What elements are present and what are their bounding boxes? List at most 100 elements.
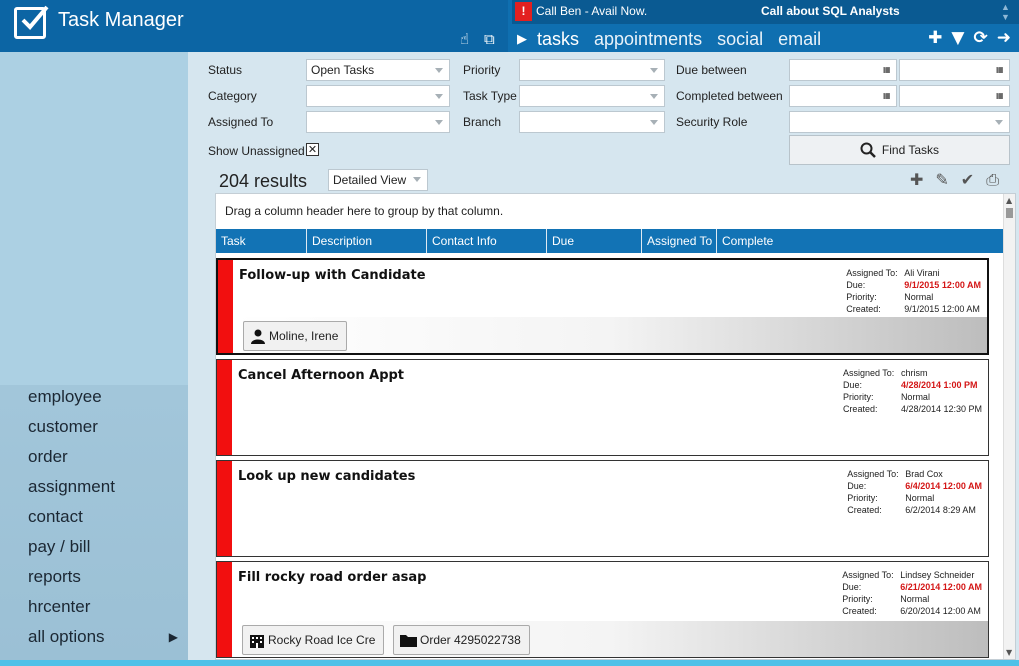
edit-icon[interactable]: ✎ bbox=[935, 170, 948, 190]
sidebar-item-reports[interactable]: reports bbox=[0, 562, 188, 592]
due-label: Due: bbox=[842, 380, 862, 390]
tab-social[interactable]: social bbox=[717, 29, 763, 50]
chevron-down-icon bbox=[435, 68, 443, 73]
column-header-description[interactable]: Description bbox=[307, 229, 427, 253]
chip-label: Order 4295022738 bbox=[420, 633, 521, 647]
task-type-select[interactable] bbox=[519, 85, 665, 107]
sidebar-item-label: all options bbox=[28, 627, 105, 646]
status-select[interactable]: Open Tasks bbox=[306, 59, 450, 81]
due-to-date[interactable]: ▦ bbox=[899, 59, 1010, 81]
add-task-icon[interactable]: ✚ bbox=[910, 170, 923, 190]
column-header-task[interactable]: Task bbox=[216, 229, 307, 253]
sidebar-item-employee[interactable]: employee bbox=[0, 382, 188, 412]
priority-value: Normal bbox=[904, 292, 934, 302]
tab-tasks[interactable]: tasks bbox=[537, 29, 579, 50]
alert-item[interactable]: Call about SQL Analysts bbox=[761, 4, 900, 18]
created-value: 6/20/2014 12:00 AM bbox=[900, 606, 981, 616]
refresh-icon[interactable]: ⟳ bbox=[974, 28, 988, 48]
completed-from-date[interactable]: ▦ bbox=[789, 85, 897, 107]
assigned-label: Assigned To: bbox=[847, 469, 899, 479]
category-select[interactable] bbox=[306, 85, 450, 107]
person-icon bbox=[251, 329, 265, 344]
due-label: Due: bbox=[842, 582, 862, 592]
calendar-icon[interactable]: ▦ bbox=[996, 91, 1005, 100]
due-value: 4/28/2014 1:00 PM bbox=[900, 380, 978, 390]
find-tasks-button[interactable]: Find Tasks bbox=[789, 135, 1010, 165]
sidebar-menu: employee customer order assignment conta… bbox=[0, 382, 188, 652]
column-header-contact-info[interactable]: Contact Info bbox=[427, 229, 547, 253]
alert-item[interactable]: Call Ben - Avail Now. bbox=[536, 4, 647, 18]
sidebar-item-assignment[interactable]: assignment bbox=[0, 472, 188, 502]
chip-label: Moline, Irene bbox=[269, 329, 339, 343]
assigned-label: Assigned To: bbox=[842, 570, 894, 580]
assigned-to-label: Assigned To bbox=[208, 115, 274, 129]
column-header-assigned-to[interactable]: Assigned To bbox=[642, 229, 717, 253]
show-unassigned-checkbox[interactable]: ✕ bbox=[306, 143, 319, 156]
chevron-down-icon bbox=[435, 120, 443, 125]
sidebar-item-hrcenter[interactable]: hrcenter bbox=[0, 592, 188, 622]
task-card[interactable]: Look up new candidates Assigned To: Brad … bbox=[216, 460, 989, 557]
chip-label: Rocky Road Ice Cre bbox=[268, 633, 376, 647]
due-from-date[interactable]: ▦ bbox=[789, 59, 897, 81]
priority-label: Priority bbox=[463, 63, 501, 77]
nav-tabs: ▶ tasks appointments social email bbox=[512, 26, 836, 52]
task-card[interactable]: Fill rocky road order asap Assigned To: L… bbox=[216, 561, 989, 658]
priority-label: Priority: bbox=[842, 594, 873, 604]
task-card[interactable]: Follow-up with Candidate Assigned To: Ali… bbox=[216, 258, 989, 355]
chevron-down-icon bbox=[650, 94, 658, 99]
priority-bar bbox=[217, 360, 232, 455]
grid-scrollbar[interactable]: ▲ ▼ bbox=[1003, 194, 1015, 659]
created-label: Created: bbox=[847, 505, 882, 515]
scroll-thumb[interactable] bbox=[1006, 208, 1013, 218]
column-header-complete[interactable]: Complete bbox=[717, 229, 797, 253]
assigned-to-select[interactable] bbox=[306, 111, 450, 133]
sidebar-item-all-options[interactable]: all options ▶ bbox=[0, 622, 188, 652]
customer-chip[interactable]: Rocky Road Ice Cre bbox=[242, 625, 385, 655]
completed-between-label: Completed between bbox=[676, 89, 783, 103]
priority-label: Priority: bbox=[847, 493, 878, 503]
status-label: Status bbox=[208, 63, 243, 77]
tab-email[interactable]: email bbox=[778, 29, 821, 50]
calendar-icon[interactable]: ▦ bbox=[883, 91, 892, 100]
task-type-label: Task Type bbox=[463, 89, 517, 103]
alerts-bar: ! Call Ben - Avail Now. Call about SQL A… bbox=[512, 0, 1019, 24]
forward-icon[interactable]: ➜ bbox=[997, 28, 1011, 48]
column-header-due[interactable]: Due bbox=[547, 229, 642, 253]
priority-label: Priority: bbox=[846, 292, 877, 302]
filter-icon[interactable]: ▼ bbox=[951, 28, 964, 48]
calendar-icon[interactable]: ▦ bbox=[883, 65, 892, 74]
group-hint: Drag a column header here to group by th… bbox=[216, 194, 1015, 229]
alerts-scroll-icon[interactable]: ▲ ▼ bbox=[1001, 2, 1010, 22]
task-card[interactable]: Cancel Afternoon Appt Assigned To: chrism… bbox=[216, 359, 989, 456]
pointer-icon[interactable]: ☝ bbox=[460, 30, 478, 48]
header-actions: ✚ ▼ ⟳ ➜ bbox=[928, 28, 1011, 48]
task-list: Follow-up with Candidate Assigned To: Ali… bbox=[216, 258, 1003, 659]
scroll-down-icon[interactable]: ▼ bbox=[1006, 648, 1012, 657]
priority-bar bbox=[217, 562, 232, 657]
print-icon[interactable]: ⎙ bbox=[986, 170, 999, 190]
sidebar-item-contact[interactable]: contact bbox=[0, 502, 188, 532]
calendar-icon[interactable]: ▦ bbox=[996, 65, 1005, 74]
assigned-value: Ali Virani bbox=[904, 268, 940, 278]
tab-appointments[interactable]: appointments bbox=[594, 29, 702, 50]
sidebar-item-order[interactable]: order bbox=[0, 442, 188, 472]
contact-chip[interactable]: Moline, Irene bbox=[243, 321, 348, 351]
security-role-select[interactable] bbox=[789, 111, 1010, 133]
complete-icon[interactable]: ✔ bbox=[961, 170, 974, 190]
completed-to-date[interactable]: ▦ bbox=[899, 85, 1010, 107]
add-icon[interactable]: ✚ bbox=[928, 28, 942, 48]
view-select[interactable]: Detailed View bbox=[328, 169, 428, 191]
popout-icon[interactable]: ⧉ bbox=[484, 30, 502, 48]
priority-bar bbox=[218, 260, 233, 353]
status-select-value: Open Tasks bbox=[311, 63, 375, 77]
due-label: Due: bbox=[846, 280, 866, 290]
due-between-label: Due between bbox=[676, 63, 747, 77]
priority-select[interactable] bbox=[519, 59, 665, 81]
sidebar-item-pay-bill[interactable]: pay / bill bbox=[0, 532, 188, 562]
scroll-up-icon[interactable]: ▲ bbox=[1006, 196, 1012, 205]
grid-actions: ✚ ✎ ✔ ⎙ bbox=[910, 170, 999, 190]
branch-select[interactable] bbox=[519, 111, 665, 133]
order-chip[interactable]: Order 4295022738 bbox=[393, 625, 530, 655]
created-label: Created: bbox=[842, 606, 877, 616]
sidebar-item-customer[interactable]: customer bbox=[0, 412, 188, 442]
